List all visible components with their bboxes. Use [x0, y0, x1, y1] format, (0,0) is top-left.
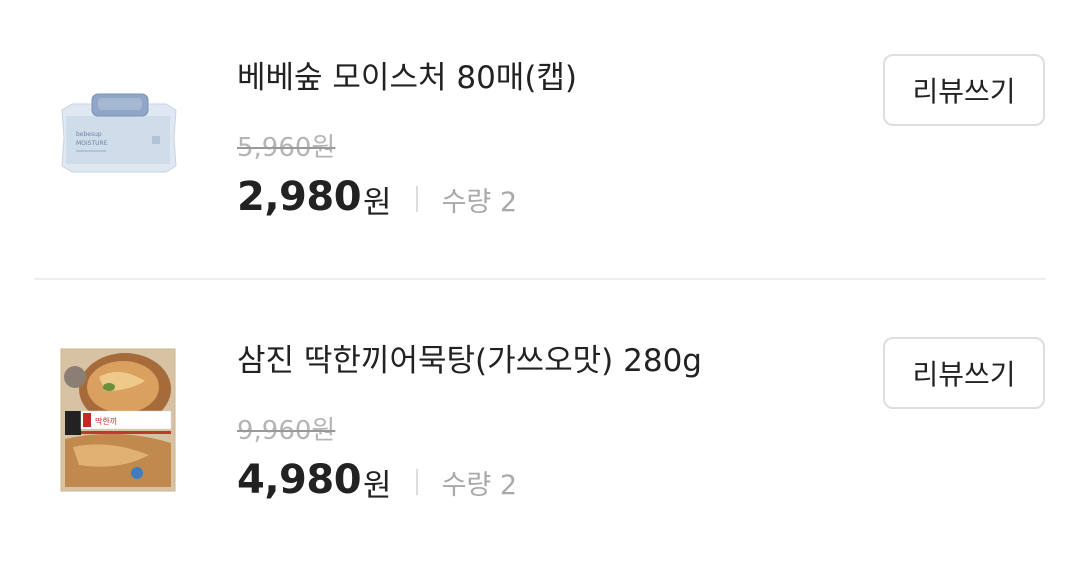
wet-wipes-image: bebesup MOISTURE [61, 93, 177, 173]
item-divider [34, 278, 1046, 280]
product-name[interactable]: 베베숲 모이스처 80매(캡) [237, 58, 577, 98]
price-unit: 원 [363, 467, 392, 504]
sale-price: 2,980 [237, 174, 362, 220]
order-item: 딱한끼 삼진 딱한끼어묵탕(가쓰오맛) 280g 9,960원 4,980 원 … [0, 283, 1080, 543]
quantity: 수량 2 [441, 186, 518, 218]
fishcake-soup-image: 딱한끼 [60, 348, 176, 492]
original-price: 9,960원 [237, 416, 336, 446]
price-quantity-divider [415, 469, 418, 495]
write-review-button[interactable]: 리뷰쓰기 [883, 54, 1045, 126]
original-price: 5,960원 [237, 133, 336, 163]
thumbnail-text: 딱한끼 [95, 416, 117, 426]
sale-price: 4,980 [237, 457, 362, 503]
product-name[interactable]: 삼진 딱한끼어묵탕(가쓰오맛) 280g [237, 341, 702, 381]
quantity: 수량 2 [441, 469, 518, 501]
order-item: bebesup MOISTURE 베베숲 모이스처 80매(캡) 5,960원 … [0, 0, 1080, 260]
order-list: bebesup MOISTURE 베베숲 모이스처 80매(캡) 5,960원 … [0, 0, 1080, 583]
price-row: 2,980 원 수량 2 [237, 172, 517, 222]
price-unit: 원 [363, 184, 392, 221]
thumbnail-brand: bebesup [76, 131, 102, 138]
product-thumbnail[interactable]: 딱한끼 [52, 345, 184, 495]
product-thumbnail[interactable]: bebesup MOISTURE [52, 62, 184, 212]
price-row: 4,980 원 수량 2 [237, 455, 517, 505]
thumbnail-text: MOISTURE [76, 140, 108, 147]
price-quantity-divider [415, 186, 418, 212]
write-review-button[interactable]: 리뷰쓰기 [883, 337, 1045, 409]
